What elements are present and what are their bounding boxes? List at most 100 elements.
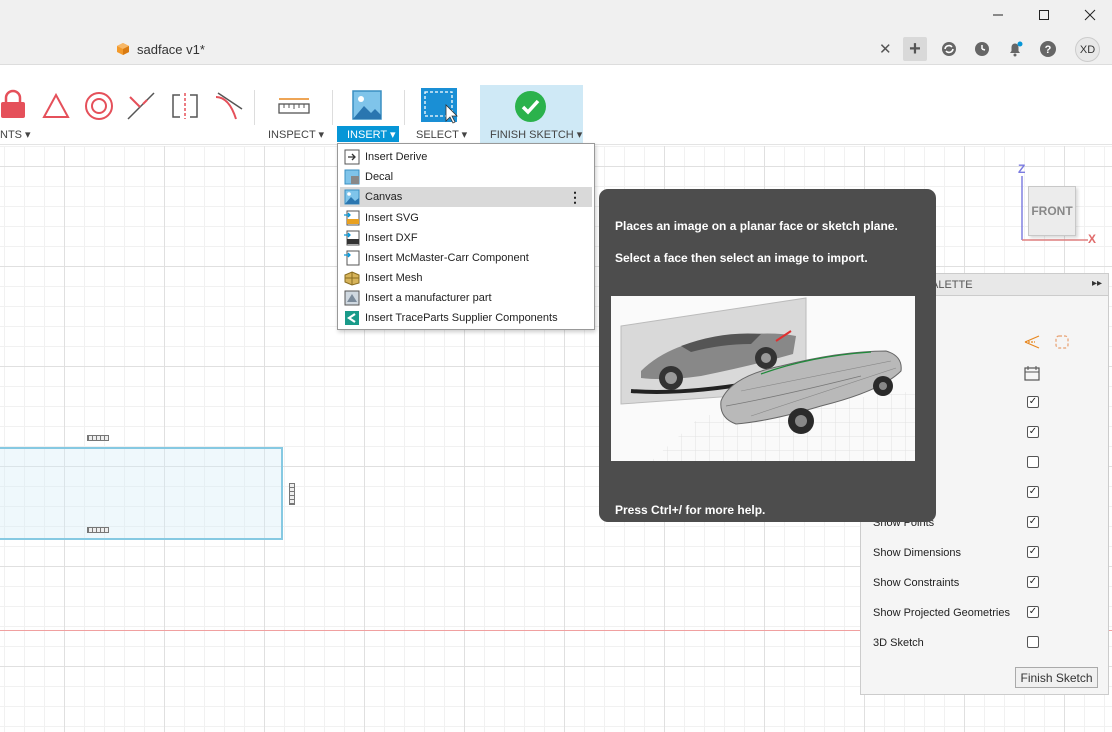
minimize-icon (993, 14, 1003, 16)
triangle-constraint-icon[interactable] (42, 93, 70, 119)
job-status-button[interactable] (970, 37, 994, 61)
3d-sketch-label: 3D Sketch (873, 637, 924, 649)
more-options-icon[interactable]: ⋮ (568, 189, 582, 206)
show-dimensions-label: Show Dimensions (873, 547, 962, 559)
notifications-button[interactable] (1003, 37, 1027, 61)
finish-sketch-button[interactable]: Finish Sketch (1015, 667, 1098, 688)
help-icon: ? (1040, 41, 1056, 57)
z-axis-label: Z (1018, 162, 1026, 176)
constraints-menu-label[interactable]: NTS ▾ (0, 128, 31, 141)
document-tab[interactable]: sadface v1* ✕ (0, 32, 900, 65)
viewcube-front-face[interactable]: FRONT (1028, 186, 1076, 236)
help-button[interactable]: ? (1036, 37, 1060, 61)
ribbon-separator (254, 90, 255, 125)
menu-item-insert-mcmaster-carr[interactable]: Insert McMaster-Carr Component (340, 248, 592, 268)
menu-item-decal[interactable]: Decal (340, 167, 592, 187)
select-window-icon[interactable] (420, 87, 460, 125)
canvas-tooltip: Places an image on a planar face or sket… (599, 189, 936, 522)
finish-sketch-menu-label[interactable]: FINISH SKETCH ▾ (490, 128, 582, 141)
menu-item-insert-traceparts[interactable]: Insert TraceParts Supplier Components (340, 308, 592, 328)
sync-icon (942, 42, 956, 56)
lock-constraint-icon[interactable] (0, 89, 26, 119)
minimize-button[interactable] (985, 4, 1011, 26)
sketch-grid-icon[interactable] (1024, 365, 1040, 381)
derive-icon (344, 149, 360, 165)
menu-item-label: Insert DXF (365, 232, 418, 244)
vertical-constraint-glyph[interactable] (289, 483, 295, 505)
slice-icon[interactable] (1054, 334, 1070, 350)
bell-icon (1010, 41, 1023, 57)
viewcube[interactable]: Z X FRONT (1016, 162, 1106, 247)
checkmark-icon[interactable] (514, 90, 547, 123)
ribbon-separator (404, 90, 405, 125)
show-constraints-label: Show Constraints (873, 577, 960, 589)
document-tab-bar: sadface v1* ✕ + ? XD (0, 32, 1112, 65)
select-menu-label[interactable]: SELECT ▾ (416, 128, 467, 141)
show-constraints-checkbox[interactable]: ✓ (1027, 576, 1039, 588)
horizontal-constraint-glyph[interactable] (87, 527, 109, 533)
concentric-constraint-icon[interactable] (84, 91, 114, 121)
show-projected-geometries-label: Show Projected Geometries (873, 607, 1010, 619)
palette-option-checkbox[interactable]: ✓ (1027, 396, 1039, 408)
tooltip-illustration (611, 296, 915, 461)
menu-item-canvas[interactable]: Canvas ⋮ (340, 187, 592, 207)
ribbon-separator (332, 90, 333, 125)
show-projected-geometries-checkbox[interactable]: ✓ (1027, 606, 1039, 618)
palette-option-checkbox[interactable] (1027, 456, 1039, 468)
traceparts-icon (345, 311, 359, 325)
menu-item-label: Insert McMaster-Carr Component (365, 252, 529, 264)
maximize-icon (1039, 10, 1049, 20)
component-cube-icon (117, 43, 129, 55)
show-dimensions-checkbox[interactable]: ✓ (1027, 546, 1039, 558)
user-avatar[interactable]: XD (1075, 37, 1100, 62)
tooltip-instruction: Select a face then select an image to im… (615, 251, 868, 265)
manufacturer-part-icon (344, 290, 360, 306)
menu-item-label: Decal (365, 171, 394, 183)
menu-item-insert-derive[interactable]: Insert Derive (340, 147, 592, 167)
inspect-menu-label[interactable]: INSPECT ▾ (268, 128, 324, 141)
expand-arrows-icon[interactable]: ▸▸ (1092, 278, 1102, 289)
palette-option-checkbox[interactable]: ✓ (1027, 486, 1039, 498)
symmetry-constraint-icon[interactable] (170, 91, 200, 121)
palette-title: ALETTE (931, 279, 973, 291)
menu-item-insert-dxf[interactable]: Insert DXF (340, 228, 592, 248)
mcmaster-icon (344, 250, 360, 266)
maximize-button[interactable] (1031, 4, 1057, 26)
horizontal-constraint-glyph[interactable] (87, 435, 109, 441)
dxf-icon (344, 230, 360, 246)
new-tab-button[interactable]: + (903, 37, 927, 61)
menu-item-label: Insert TraceParts Supplier Components (365, 312, 558, 324)
tooltip-description: Places an image on a planar face or sket… (615, 219, 898, 233)
sketch-rectangle[interactable] (0, 447, 283, 540)
insert-menu-label[interactable]: INSERT ▾ (337, 126, 399, 142)
measure-ruler-icon[interactable] (278, 97, 310, 115)
close-tab-button[interactable]: ✕ (879, 40, 892, 58)
sync-button[interactable] (937, 37, 961, 61)
menu-item-label: Canvas (365, 191, 403, 203)
document-title: sadface v1* (137, 42, 205, 57)
close-icon (1084, 9, 1096, 21)
show-points-checkbox[interactable]: ✓ (1027, 516, 1039, 528)
menu-item-label: Insert Derive (365, 151, 428, 163)
menu-item-label: Insert Mesh (365, 272, 423, 284)
menu-item-label: Insert a manufacturer part (365, 292, 492, 304)
clock-icon (975, 42, 989, 56)
menu-item-insert-svg[interactable]: Insert SVG (340, 208, 592, 228)
palette-option-checkbox[interactable]: ✓ (1027, 426, 1039, 438)
look-at-icon[interactable] (1023, 334, 1041, 350)
canvas-icon (344, 189, 360, 205)
x-axis-label: X (1088, 232, 1097, 246)
midpoint-constraint-icon[interactable] (126, 91, 156, 121)
window-titlebar (0, 0, 1112, 32)
insert-image-icon[interactable] (352, 90, 382, 120)
3d-sketch-checkbox[interactable] (1027, 636, 1039, 648)
decal-icon (344, 169, 360, 185)
menu-item-insert-mesh[interactable]: Insert Mesh (340, 268, 592, 288)
close-window-button[interactable] (1077, 4, 1103, 26)
sketch-ribbon: NTS ▾ INSPECT ▾ INSERT ▾ SELECT ▾ FINISH… (0, 65, 1112, 145)
curvature-constraint-icon[interactable] (214, 91, 244, 121)
mesh-icon (344, 271, 360, 286)
svg-text:?: ? (1045, 44, 1052, 56)
menu-item-insert-manufacturer-part[interactable]: Insert a manufacturer part (340, 288, 592, 308)
tooltip-help-hint: Press Ctrl+/ for more help. (615, 503, 766, 517)
